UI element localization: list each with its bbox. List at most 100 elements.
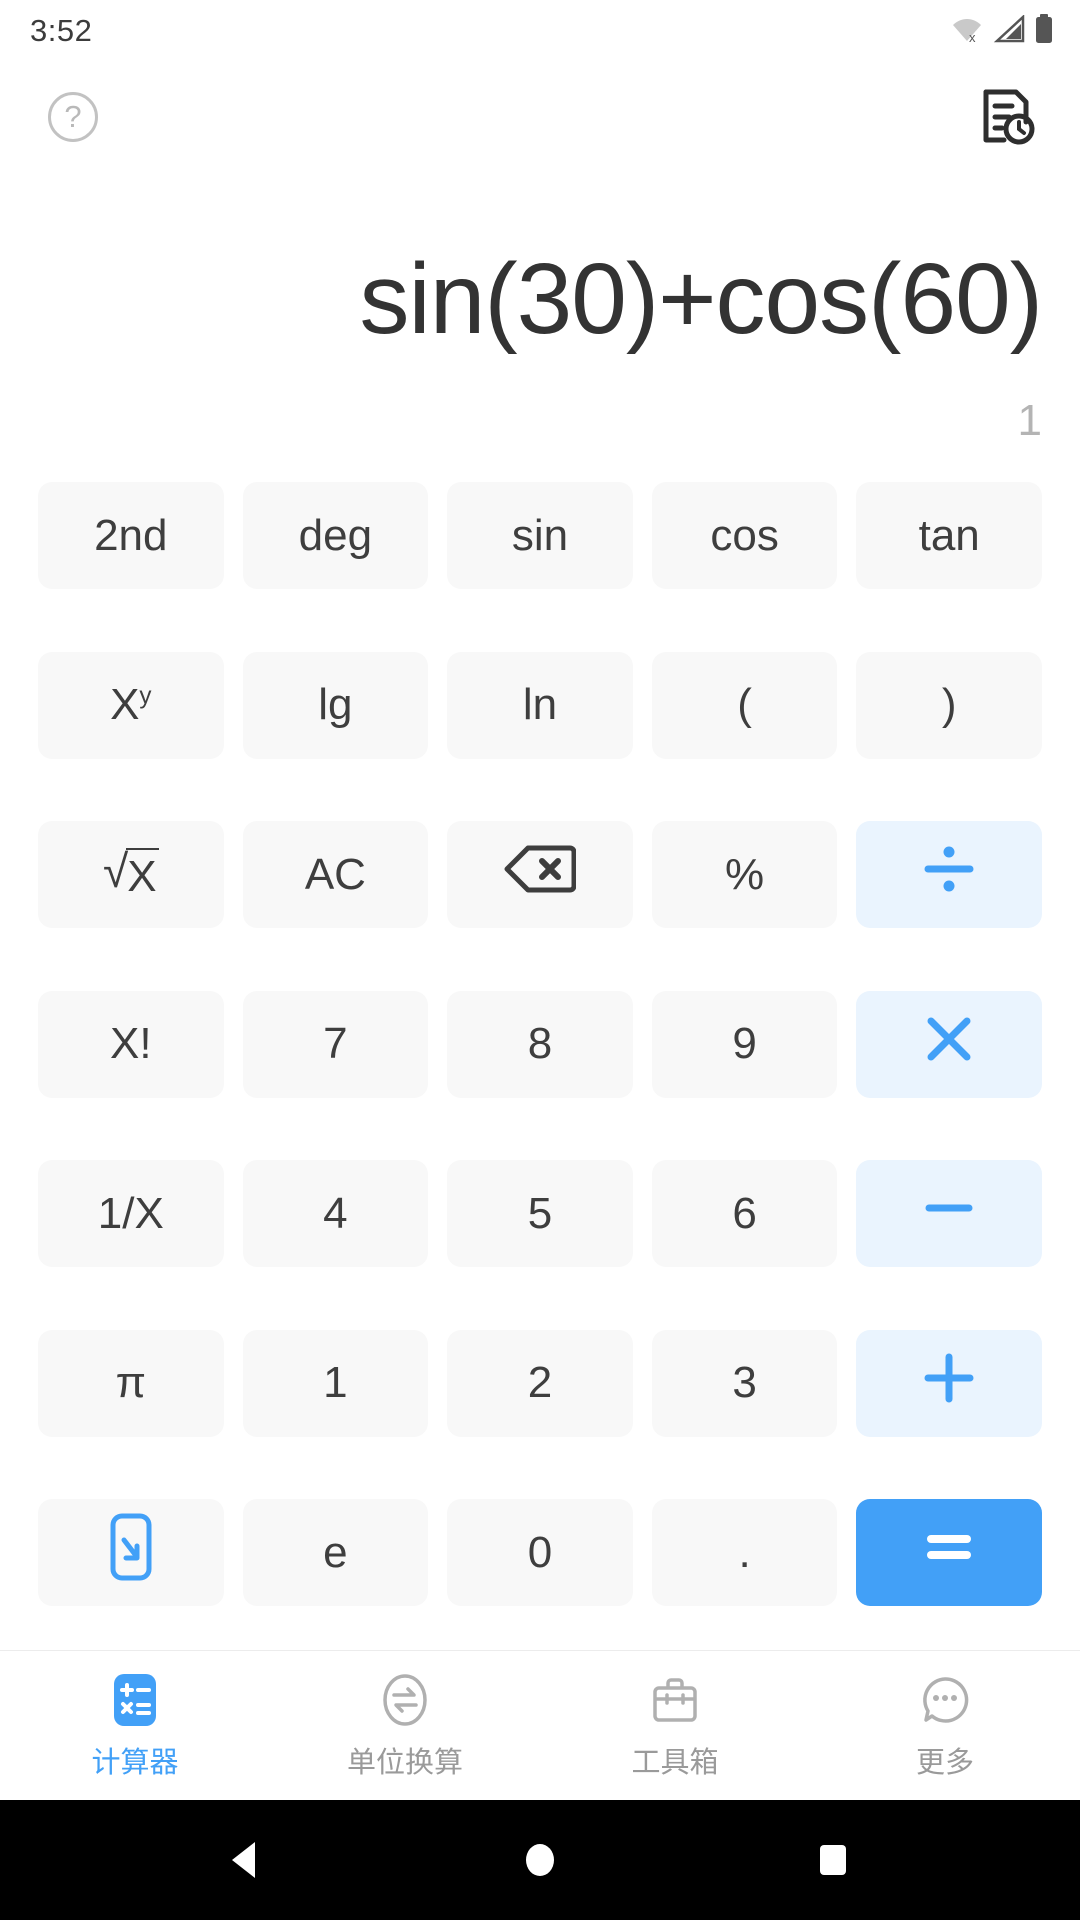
key-label: tan [918, 510, 980, 560]
key-label: 6 [732, 1188, 757, 1238]
nav-more[interactable]: 更多 [810, 1671, 1080, 1781]
key-label: 4 [323, 1188, 348, 1238]
key-label: . [738, 1527, 751, 1577]
toolbox-icon [646, 1671, 704, 1729]
key-tan[interactable]: tan [856, 482, 1042, 589]
help-question-mark: ? [64, 98, 82, 134]
wifi-off-icon: x [950, 15, 984, 48]
android-system-nav [0, 1800, 1080, 1920]
status-time: 3:52 [30, 13, 93, 48]
collapse-keyboard-icon [106, 1512, 156, 1593]
result-text: 1 [1017, 396, 1042, 445]
key-label: 2nd [94, 510, 168, 560]
home-circle-icon[interactable] [517, 1837, 563, 1883]
key-label: 8 [527, 1019, 553, 1069]
nav-toolbox[interactable]: 工具箱 [540, 1671, 810, 1781]
key-right-paren[interactable]: ) [856, 651, 1042, 759]
key-label: π [115, 1358, 146, 1408]
key-9[interactable]: 9 [651, 990, 838, 1098]
expression-text[interactable]: sin(30)+cos(60) [359, 244, 1043, 354]
back-triangle-icon[interactable] [224, 1837, 270, 1883]
key-plus[interactable] [856, 1329, 1042, 1437]
minus-icon [918, 1177, 980, 1250]
key-equals[interactable] [856, 1499, 1042, 1607]
key-percent[interactable]: % [651, 821, 838, 929]
key-power[interactable]: Xy [38, 651, 224, 759]
key-e[interactable]: e [242, 1499, 429, 1607]
key-label: 0 [527, 1527, 553, 1577]
status-bar: 3:52 x [0, 0, 1080, 62]
key-label: cos [710, 510, 779, 560]
signal-icon [993, 13, 1025, 48]
nav-unit-convert[interactable]: 单位换算 [270, 1671, 540, 1781]
key-sin[interactable]: sin [447, 482, 633, 589]
key-left-paren[interactable]: ( [651, 651, 838, 759]
key-label: 9 [732, 1019, 757, 1069]
more-bubble-icon [916, 1671, 974, 1729]
key-7[interactable]: 7 [242, 990, 429, 1098]
key-label: 2 [527, 1358, 553, 1408]
equals-icon [918, 1516, 980, 1589]
backspace-icon [504, 843, 577, 906]
key-label: AC [304, 849, 366, 899]
key-lg[interactable]: lg [242, 651, 429, 759]
top-action-bar: ? [0, 62, 1080, 172]
bottom-navigation: 计算器 单位换算 工具箱 更多 [0, 1650, 1080, 1800]
key-5[interactable]: 5 [447, 1160, 633, 1268]
key-4[interactable]: 4 [242, 1160, 429, 1268]
key-3[interactable]: 3 [651, 1329, 838, 1437]
key-label: 7 [323, 1019, 348, 1069]
key-8[interactable]: 8 [447, 990, 633, 1098]
key-label: ln [522, 680, 558, 730]
recents-square-icon[interactable] [810, 1837, 856, 1883]
battery-icon [1034, 13, 1054, 49]
key-label: 1/X [97, 1188, 164, 1238]
key-label: 5 [527, 1188, 553, 1238]
key-0[interactable]: 0 [447, 1499, 633, 1607]
key-deg[interactable]: deg [242, 482, 429, 589]
key-label: ) [941, 680, 957, 730]
nav-item-label: 更多 [915, 1746, 974, 1779]
key-factorial[interactable]: X! [38, 990, 224, 1098]
divide-icon [918, 838, 980, 911]
key-decimal[interactable]: . [651, 1499, 838, 1607]
key-6[interactable]: 6 [651, 1160, 838, 1268]
key-label: lg [318, 680, 353, 730]
key-label: sin [511, 510, 569, 560]
key-1[interactable]: 1 [242, 1329, 429, 1437]
key-multiply[interactable] [856, 990, 1042, 1098]
nav-calculator[interactable]: 计算器 [0, 1671, 270, 1781]
nav-item-label: 单位换算 [346, 1746, 463, 1779]
svg-text:x: x [969, 30, 976, 43]
nav-item-label: 计算器 [91, 1746, 179, 1779]
key-reciprocal[interactable]: 1/X [38, 1160, 224, 1268]
key-pi[interactable]: π [38, 1329, 224, 1437]
unit-convert-icon [376, 1671, 434, 1729]
key-second[interactable]: 2nd [38, 482, 224, 589]
key-all-clear[interactable]: AC [242, 821, 429, 929]
key-label: deg [298, 510, 373, 560]
help-circle-icon[interactable]: ? [48, 92, 98, 142]
multiply-icon [921, 1011, 977, 1078]
calculator-app: 3:52 x ? sin(30)+cos(60) 1 2nd deg sin c… [0, 0, 1080, 1920]
key-sqrt[interactable]: √ X [38, 821, 224, 929]
key-label: 1 [323, 1358, 348, 1408]
key-divide[interactable] [856, 821, 1042, 929]
history-document-icon[interactable] [972, 82, 1042, 152]
calculator-display: sin(30)+cos(60) 1 [0, 172, 1080, 446]
key-label: X! [110, 1019, 152, 1069]
key-cos[interactable]: cos [651, 482, 838, 589]
key-backspace[interactable] [447, 821, 633, 929]
keypad: 2nd deg sin cos tan Xy lg ln () √ X AC% X! 7 8 9 1/X 4 5 6 π… [0, 446, 1080, 1650]
key-2[interactable]: 2 [447, 1329, 633, 1437]
key-label: ( [737, 680, 752, 730]
key-minus[interactable] [856, 1160, 1042, 1268]
plus-icon [918, 1347, 980, 1420]
key-label: Xy [110, 680, 152, 730]
key-ln[interactable]: ln [447, 651, 633, 759]
nav-item-label: 工具箱 [631, 1746, 719, 1779]
key-label: √ X [102, 844, 159, 901]
calculator-icon [106, 1671, 164, 1729]
status-icons: x [950, 13, 1054, 49]
key-hide-keyboard[interactable] [38, 1499, 224, 1607]
